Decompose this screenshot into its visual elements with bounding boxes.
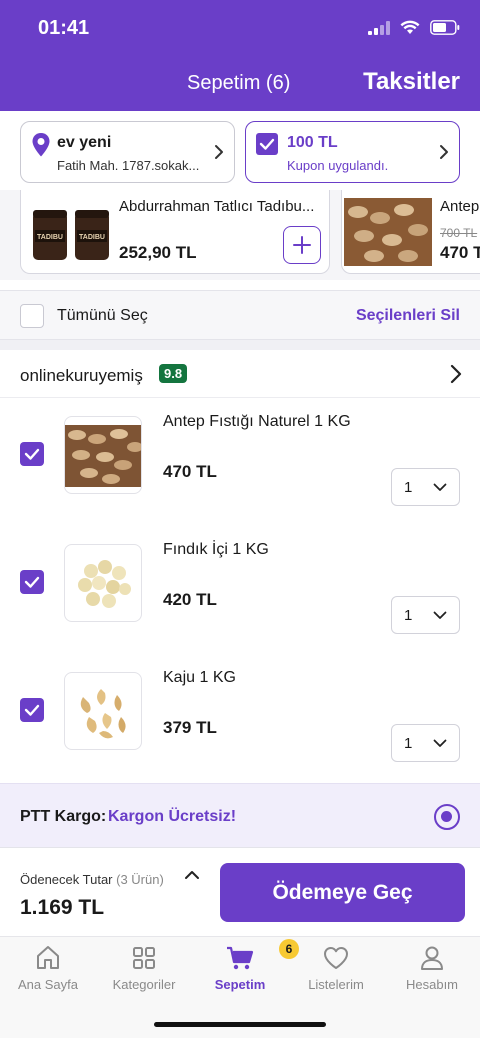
seller-row[interactable]: onlinekuruyemiş 9.8 [0, 350, 480, 398]
coupon-check-icon [256, 133, 278, 155]
item-checkbox[interactable] [20, 698, 44, 722]
section-divider [0, 340, 480, 350]
product-image[interactable] [64, 544, 142, 622]
status-time: 01:41 [38, 17, 90, 39]
tab-account[interactable]: Hesabım [384, 943, 480, 992]
tab-label: Kategoriler [112, 977, 176, 992]
location-pin-icon [32, 133, 50, 157]
checkout-bar: Ödenecek Tutar (3 Ürün) 1.169 TL Ödemeye… [0, 847, 480, 936]
item-checkbox[interactable] [20, 442, 44, 466]
shipping-radio[interactable] [434, 804, 460, 830]
item-price: 470 TL [163, 462, 217, 481]
chevron-down-icon [433, 739, 447, 747]
svg-text:TADIBU: TADIBU [79, 234, 105, 241]
recommendation-price: 252,90 TL [119, 243, 197, 262]
checkout-button[interactable]: Ödemeye Geç [220, 863, 465, 922]
quantity-value: 1 [404, 607, 413, 624]
cart-item: Fındık İçi 1 KG 420 TL 1 [0, 526, 480, 654]
svg-text:TADIBU: TADIBU [37, 234, 63, 241]
select-all-label[interactable]: Tümünü Seç [57, 307, 148, 325]
item-price: 379 TL [163, 718, 217, 737]
total-label[interactable]: Ödenecek Tutar (3 Ürün) [20, 872, 164, 887]
product-image[interactable] [64, 672, 142, 750]
recommendation-card[interactable]: TADIBU TADIBU Abdurrahman Tatlıcı Tadıbu… [20, 190, 330, 274]
quantity-value: 1 [404, 479, 413, 496]
recommendation-price: 470 TL [440, 243, 480, 262]
tab-home[interactable]: Ana Sayfa [0, 943, 96, 992]
cart-icon [227, 946, 254, 970]
tab-categories[interactable]: Kategoriler [96, 943, 192, 992]
page-title: Sepetim (6) [187, 72, 291, 94]
total-label-text: Ödenecek Tutar [20, 872, 113, 887]
recommendation-name: Abdurrahman Tatlıcı Tadıbu... [119, 198, 315, 215]
chevron-down-icon [433, 483, 447, 491]
quantity-value: 1 [404, 735, 413, 752]
chevron-down-icon [433, 611, 447, 619]
home-icon [37, 946, 59, 969]
product-image: TADIBU TADIBU [33, 210, 109, 260]
item-price: 420 TL [163, 590, 217, 609]
chevron-right-icon [215, 145, 223, 159]
seller-score-badge: 9.8 [159, 364, 188, 383]
item-name[interactable]: Fındık İçi 1 KG [163, 541, 269, 559]
product-image [344, 198, 432, 266]
status-icons [368, 20, 460, 35]
item-checkbox[interactable] [20, 570, 44, 594]
tab-label: Sepetim [214, 977, 266, 992]
coupon-card[interactable]: 100 TL Kupon uygulandı. [245, 121, 460, 183]
info-row: ev yeni Fatih Mah. 1787.sokak... 100 TL … [20, 121, 460, 183]
recommendation-old-price: 700 TL [440, 226, 478, 240]
grid-icon [133, 947, 155, 969]
address-card[interactable]: ev yeni Fatih Mah. 1787.sokak... [20, 121, 235, 183]
tab-lists[interactable]: Listelerim [288, 943, 384, 992]
plus-icon [293, 236, 311, 254]
app-header: 01:41 Sepetim (6) Taksitler [0, 0, 480, 111]
heart-icon [324, 947, 348, 969]
shipping-value: Kargon Ücretsiz! [108, 808, 237, 825]
add-to-cart-button[interactable] [283, 226, 321, 264]
chevron-right-icon [450, 364, 462, 384]
item-name[interactable]: Kaju 1 KG [163, 669, 236, 687]
shipping-label: PTT Kargo: [20, 808, 107, 825]
user-icon [421, 946, 443, 970]
tab-label: Hesabım [405, 977, 459, 992]
quantity-select[interactable]: 1 [391, 724, 460, 762]
signal-icon [368, 20, 390, 35]
recommendation-card[interactable]: Antep 700 TL 470 TL [341, 190, 480, 274]
address-title: ev yeni [57, 134, 112, 151]
delete-selected-button[interactable]: Seçilenleri Sil [356, 307, 460, 325]
product-image[interactable] [64, 416, 142, 494]
cart-item: Kaju 1 KG 379 TL 1 [0, 654, 480, 782]
cart-item: Antep Fıstığı Naturel 1 KG 470 TL 1 [0, 398, 480, 526]
recommendation-name: Antep [440, 198, 480, 215]
tab-label: Ana Sayfa [18, 977, 78, 992]
total-item-count: (3 Ürün) [116, 872, 164, 887]
selection-bar: Tümünü Seç Seçilenleri Sil [0, 290, 480, 340]
installments-link[interactable]: Taksitler [363, 68, 460, 96]
seller-name: onlinekuruyemiş [20, 366, 143, 385]
quantity-select[interactable]: 1 [391, 468, 460, 506]
total-value: 1.169 TL [20, 896, 105, 919]
coupon-subtitle: Kupon uygulandı. [287, 158, 389, 173]
address-subtitle: Fatih Mah. 1787.sokak... [57, 158, 200, 173]
recommendation-carousel[interactable]: TADIBU TADIBU Abdurrahman Tatlıcı Tadıbu… [0, 190, 480, 280]
home-indicator[interactable] [154, 1022, 326, 1027]
quantity-select[interactable]: 1 [391, 596, 460, 634]
chevron-up-icon[interactable] [184, 870, 200, 880]
tab-cart[interactable]: 6 Sepetim [192, 939, 299, 992]
select-all-checkbox[interactable] [20, 304, 44, 328]
battery-icon [430, 20, 460, 35]
coupon-title: 100 TL [287, 134, 338, 151]
chevron-right-icon [440, 145, 448, 159]
item-name[interactable]: Antep Fıstığı Naturel 1 KG [163, 413, 351, 431]
tab-label: Listelerim [308, 977, 364, 992]
shipping-option[interactable]: PTT Kargo: Kargon Ücretsiz! [0, 783, 480, 847]
wifi-icon [400, 20, 420, 34]
